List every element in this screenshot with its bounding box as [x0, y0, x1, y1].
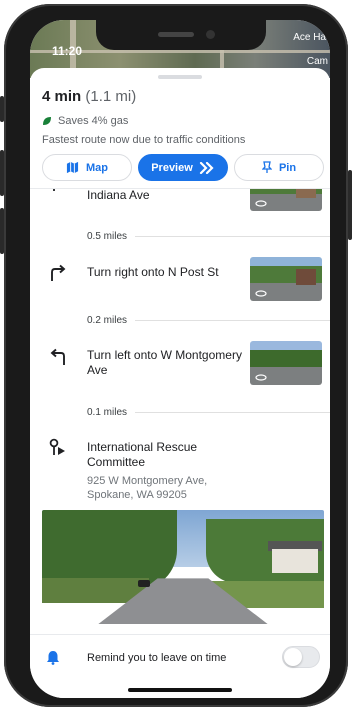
status-time: 11:20: [52, 44, 83, 58]
leaf-icon: [43, 117, 51, 125]
directions-sheet: 4 min (1.1 mi) Saves 4% gas Fastest rout…: [30, 68, 330, 698]
destination-name: International Rescue Committee: [87, 440, 198, 469]
destination-flag-icon: [49, 438, 65, 455]
step-instruction: Turn right onto N Post St: [87, 265, 219, 279]
step-distance-text: 0.5 miles: [87, 231, 128, 242]
route-summary: 4 min (1.1 mi) Saves 4% gas Fastest rout…: [42, 88, 322, 146]
screen: 11:20 Ace Ha Cam 4 min (1.1 mi) Saves 4%…: [30, 20, 330, 698]
bell-icon: [47, 651, 59, 665]
duration: 4 min: [42, 88, 82, 105]
action-bar: Map Preview Pin: [42, 154, 326, 181]
map-label-ace-hardware: Ace Ha: [293, 32, 326, 43]
street-view-icon: [46, 612, 59, 620]
phone-frame: 11:20 Ace Ha Cam 4 min (1.1 mi) Saves 4%…: [4, 4, 348, 707]
gas-savings-text: Saves 4% gas: [58, 115, 129, 127]
drag-handle[interactable]: [158, 75, 202, 79]
toggle-knob: [284, 648, 302, 666]
map-icon: [66, 161, 79, 174]
map-button-label: Map: [86, 161, 108, 174]
turn-icon: [53, 189, 55, 191]
divider: [30, 634, 330, 635]
turn-left-icon: [50, 348, 65, 365]
step-distance: 0.1 miles: [87, 407, 330, 418]
map-label-cam: Cam: [306, 56, 328, 67]
preview-button-label: Preview: [151, 161, 193, 174]
street-view-icon: [255, 200, 267, 207]
map-button[interactable]: Map: [42, 154, 132, 181]
pin-icon: [261, 161, 272, 173]
list-item[interactable]: Turn left onto W Montgomery Ave: [30, 341, 330, 397]
power-button: [348, 170, 352, 240]
eta: 4 min (1.1 mi): [42, 88, 322, 106]
route-reason: Fastest route now due to traffic conditi…: [42, 134, 246, 146]
list-item[interactable]: Indiana Ave: [30, 189, 330, 219]
notch: [96, 20, 266, 50]
street-view-icon: [255, 374, 267, 381]
list-item[interactable]: Turn right onto N Post St: [30, 257, 330, 307]
pin-button[interactable]: Pin: [234, 154, 324, 181]
step-distance-text: 0.2 miles: [87, 315, 128, 326]
distance: (1.1 mi): [85, 88, 137, 105]
step-distance: 0.5 miles: [87, 231, 330, 242]
reminder-label: Remind you to leave on time: [87, 652, 227, 664]
street-view-thumbnail[interactable]: [250, 189, 322, 211]
reminder-toggle[interactable]: [282, 646, 320, 668]
double-chevron-right-icon: [199, 161, 214, 174]
street-view-thumbnail[interactable]: [250, 257, 322, 301]
gas-savings: Saves 4% gas: [42, 115, 322, 127]
pin-button-label: Pin: [278, 161, 297, 174]
step-distance-text: 0.1 miles: [87, 407, 128, 418]
leave-reminder-row[interactable]: Remind you to leave on time: [30, 636, 330, 676]
destination-address-line1: 925 W Montgomery Ave,: [87, 475, 208, 487]
step-instruction: Turn left onto W Montgomery Ave: [87, 348, 242, 377]
street-view-thumbnail[interactable]: [250, 341, 322, 385]
destination-item[interactable]: International Rescue Committee 925 W Mon…: [30, 433, 330, 503]
destination-street-view[interactable]: [42, 510, 324, 624]
destination-address-line2: Spokane, WA 99205: [87, 489, 187, 501]
step-distance: 0.2 miles: [87, 315, 330, 326]
preview-button[interactable]: Preview: [138, 154, 228, 181]
step-instruction: Indiana Ave: [87, 189, 150, 202]
street-view-icon: [255, 290, 267, 297]
home-indicator[interactable]: [128, 688, 232, 692]
turn-right-icon: [51, 264, 66, 281]
